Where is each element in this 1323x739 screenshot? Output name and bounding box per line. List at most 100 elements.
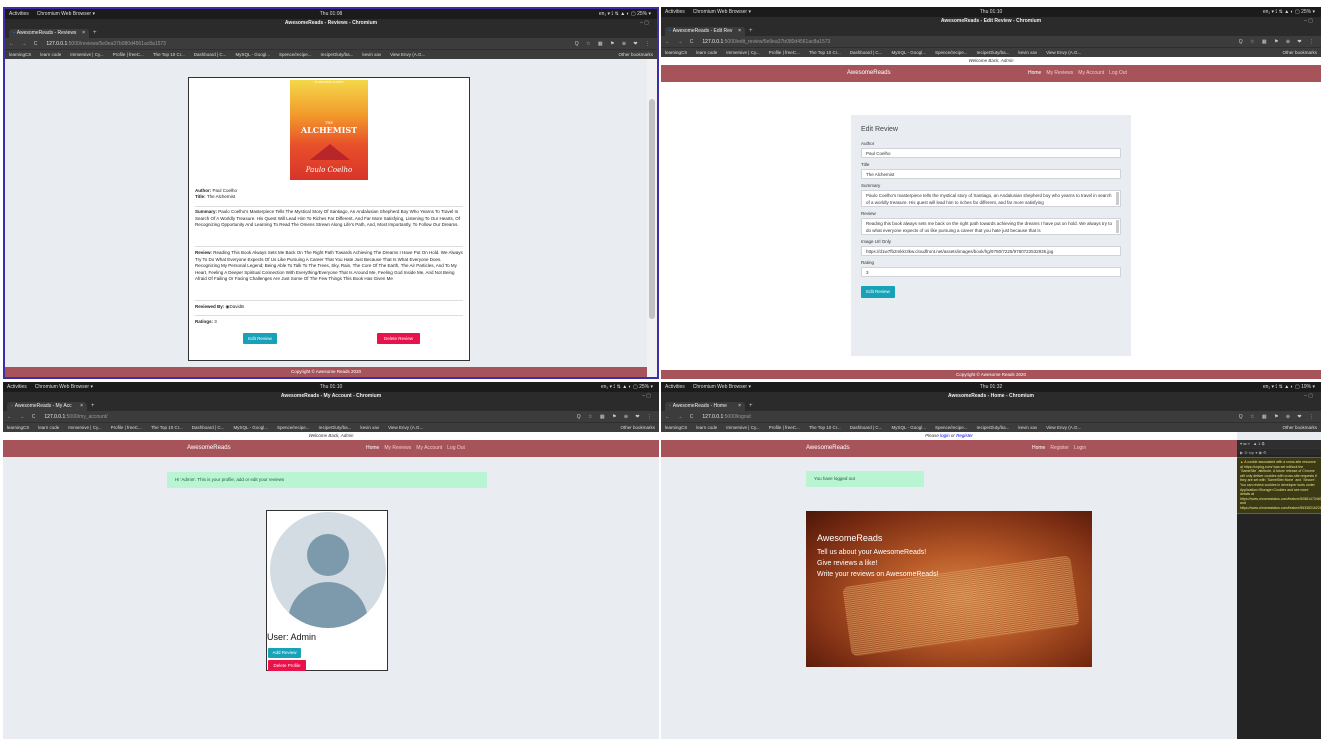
- window-controls[interactable]: – ▢: [1304, 392, 1313, 401]
- nav-buttons[interactable]: ← → C: [665, 39, 696, 45]
- bookmark[interactable]: Profile | freeC...: [111, 425, 142, 430]
- nav-my-account[interactable]: My Account: [1078, 70, 1104, 76]
- url-field[interactable]: 127.0.0.1:5000/edit_review/5e9ea37b080d4…: [702, 39, 830, 45]
- other-bookmarks[interactable]: Other bookmarks: [620, 425, 655, 430]
- image-url-input[interactable]: https://d1w7fb2mkkr3kw.cloudfront.net/as…: [861, 246, 1121, 256]
- textarea-scrollbar[interactable]: [1116, 220, 1119, 233]
- title-input[interactable]: The Alchemist: [861, 169, 1121, 179]
- bookmark[interactable]: Spence/recipe...: [279, 52, 312, 57]
- bookmark[interactable]: Dashboard | C...: [850, 425, 883, 430]
- bookmark[interactable]: Spence/recipe...: [935, 425, 968, 430]
- extension-icons[interactable]: Q ☆ ▦ ⚑ ⊕ ❤ ⋮: [1239, 39, 1317, 45]
- system-tray[interactable]: en₁ ▾ ⟟ ⇅ ▲ ◐ ▢ 19% ▾: [1263, 384, 1315, 390]
- bookmark[interactable]: learn code: [38, 425, 59, 430]
- app-menu[interactable]: Chromium Web Browser ▾: [37, 11, 95, 17]
- url-field[interactable]: 127.0.0.1:5000/reviews/5e9ea37b080d4561a…: [46, 41, 166, 47]
- window-controls[interactable]: – ▢: [642, 392, 651, 401]
- bookmark[interactable]: recipeGluty/ba...: [977, 425, 1010, 430]
- bookmark[interactable]: View Envy (A.G...: [390, 52, 425, 57]
- bookmark[interactable]: learningCS: [665, 50, 687, 55]
- app-menu[interactable]: Chromium Web Browser ▾: [693, 9, 751, 15]
- bookmark[interactable]: Immersive | Cy...: [70, 52, 103, 57]
- brand-link[interactable]: AwesomeReads: [187, 445, 231, 451]
- brand-link[interactable]: AwesomeReads: [806, 445, 850, 451]
- register-link[interactable]: Register: [956, 433, 973, 438]
- bookmark[interactable]: View Envy (A.G...: [388, 425, 423, 430]
- bookmark[interactable]: kevin xav: [360, 425, 379, 430]
- new-tab-button[interactable]: +: [91, 402, 95, 411]
- bookmark[interactable]: recipeGluty/ba...: [319, 425, 352, 430]
- nav-log-out[interactable]: Log Out: [447, 445, 465, 451]
- bookmark[interactable]: Spence/recipe...: [277, 425, 310, 430]
- browser-tab[interactable]: ▪ AwesomeReads - Reviews ×: [9, 29, 89, 38]
- bookmark[interactable]: learningCS: [665, 425, 687, 430]
- warning-count[interactable]: ▲ 1: [1253, 441, 1260, 446]
- other-bookmarks[interactable]: Other bookmarks: [1282, 425, 1317, 430]
- scrollbar-thumb[interactable]: [649, 99, 655, 319]
- activities-button[interactable]: Activities: [7, 384, 27, 390]
- activities-button[interactable]: Activities: [665, 9, 685, 15]
- nav-my-reviews[interactable]: My Reviews: [1046, 70, 1073, 76]
- other-bookmarks[interactable]: Other bookmarks: [618, 52, 653, 57]
- browser-tab[interactable]: ▪ AwesomeReads - My Acc ×: [7, 402, 87, 411]
- nav-buttons[interactable]: ← → C: [7, 414, 38, 420]
- bookmark[interactable]: View Envy (A.G...: [1046, 425, 1081, 430]
- new-tab-button[interactable]: +: [749, 402, 753, 411]
- system-tray[interactable]: en₁ ▾ ⟟ ⇅ ▲ ◐ ▢ 25% ▾: [601, 384, 653, 390]
- system-tray[interactable]: en₁ ▾ ⟟ ⇅ ▲ ◐ ▢ 25% ▾: [599, 11, 651, 17]
- clock[interactable]: Thu 01:08: [320, 11, 343, 17]
- app-menu[interactable]: Chromium Web Browser ▾: [35, 384, 93, 390]
- settings-icon[interactable]: ⚙: [1262, 441, 1265, 446]
- review-textarea[interactable]: Reading this book always sets me back on…: [861, 218, 1121, 235]
- nav-my-reviews[interactable]: My Reviews: [384, 445, 411, 451]
- bookmark[interactable]: recipeGluty/ba...: [321, 52, 354, 57]
- extension-icons[interactable]: Q ☆ ▦ ⚑ ⊕ ❤ ⋮: [577, 414, 655, 420]
- bookmark[interactable]: Profile | freeC...: [113, 52, 144, 57]
- delete-profile-button[interactable]: Delete Profile: [268, 660, 306, 671]
- bookmark[interactable]: Dashboard | C...: [850, 50, 883, 55]
- close-tab-icon[interactable]: ×: [738, 27, 741, 36]
- activities-button[interactable]: Activities: [665, 384, 685, 390]
- nav-home[interactable]: Home: [1032, 445, 1045, 451]
- app-menu[interactable]: Chromium Web Browser ▾: [693, 384, 751, 390]
- submit-edit-review-button[interactable]: Edit Review: [861, 286, 895, 298]
- system-tray[interactable]: en₁ ▾ ⟟ ⇅ ▲ ◐ ▢ 25% ▾: [1263, 9, 1315, 15]
- bookmark[interactable]: learningCS: [7, 425, 29, 430]
- nav-buttons[interactable]: ← → C: [665, 414, 696, 420]
- bookmark[interactable]: MySQL - Googl...: [233, 425, 268, 430]
- nav-my-account[interactable]: My Account: [416, 445, 442, 451]
- other-bookmarks[interactable]: Other bookmarks: [1282, 50, 1317, 55]
- summary-textarea[interactable]: Paulo Coelho's masterpiece tells the mys…: [861, 190, 1121, 207]
- bookmark[interactable]: MySQL - Googl...: [891, 425, 926, 430]
- clock[interactable]: Thu 01:32: [980, 384, 1003, 390]
- window-controls[interactable]: – ▢: [640, 19, 649, 28]
- window-controls[interactable]: – ▢: [1304, 17, 1313, 26]
- bookmark[interactable]: Profile | freeC...: [769, 425, 800, 430]
- bookmark[interactable]: kevin xav: [1018, 50, 1037, 55]
- nav-home[interactable]: Home: [366, 445, 379, 451]
- bookmark[interactable]: MySQL - Googl...: [235, 52, 270, 57]
- author-input[interactable]: Paul Coelho: [861, 148, 1121, 158]
- bookmark[interactable]: kevin xav: [362, 52, 381, 57]
- bookmark[interactable]: learn code: [40, 52, 61, 57]
- scrollbar[interactable]: [647, 59, 657, 377]
- extension-icons[interactable]: Q ☆ ▦ ⚑ ⊕ ❤ ⋮: [1239, 414, 1317, 420]
- browser-tab[interactable]: ▪ AwesomeReads - Home ×: [665, 402, 745, 411]
- new-tab-button[interactable]: +: [93, 29, 97, 38]
- bookmark[interactable]: kevin xav: [1018, 425, 1037, 430]
- bookmark[interactable]: View Envy (A.G...: [1046, 50, 1081, 55]
- add-review-button[interactable]: Add Review: [268, 648, 301, 658]
- bookmark[interactable]: learn code: [696, 425, 717, 430]
- clock[interactable]: Thu 01:10: [980, 9, 1003, 15]
- delete-review-button[interactable]: Delete Review: [377, 333, 420, 344]
- bookmark[interactable]: The Top 10 Cr...: [809, 425, 841, 430]
- clock[interactable]: Thu 01:10: [320, 384, 343, 390]
- brand-link[interactable]: AwesomeReads: [847, 70, 891, 76]
- nav-home[interactable]: Home: [1028, 70, 1041, 76]
- url-field[interactable]: 127.0.0.1:5000/my_account/: [44, 414, 107, 420]
- close-tab-icon[interactable]: ×: [82, 29, 85, 38]
- nav-login[interactable]: Login: [1074, 445, 1086, 451]
- bookmark[interactable]: The Top 10 Cr...: [151, 425, 183, 430]
- close-tab-icon[interactable]: ×: [80, 402, 83, 411]
- bookmark[interactable]: learningCS: [9, 52, 31, 57]
